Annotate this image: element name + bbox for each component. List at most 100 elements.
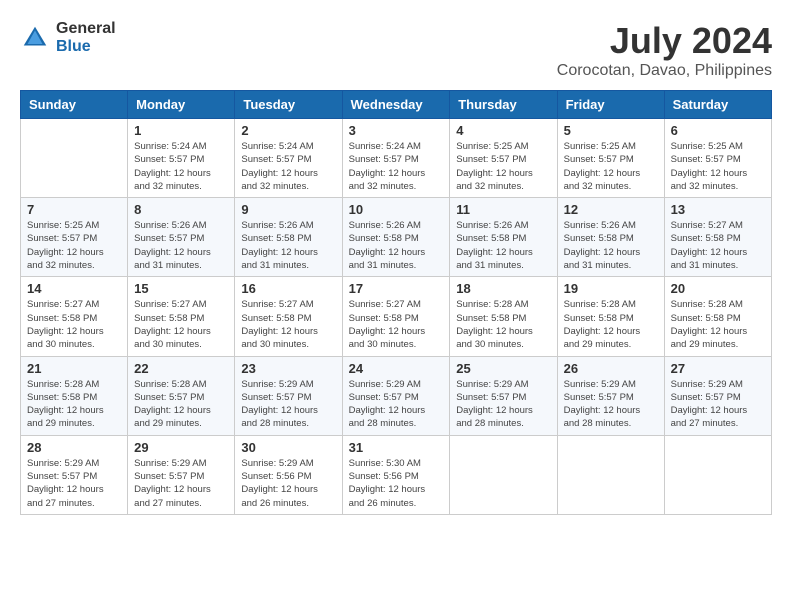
calendar-cell: 19Sunrise: 5:28 AM Sunset: 5:58 PM Dayli… — [557, 277, 664, 356]
day-number: 9 — [241, 202, 335, 217]
day-info: Sunrise: 5:30 AM Sunset: 5:56 PM Dayligh… — [349, 457, 444, 510]
day-info: Sunrise: 5:25 AM Sunset: 5:57 PM Dayligh… — [564, 140, 658, 193]
day-number: 10 — [349, 202, 444, 217]
calendar-cell: 14 Sunrise: 5:27 AM Sunset: 5:58 PM Dayli… — [21, 277, 128, 356]
day-number: 8 — [134, 202, 228, 217]
day-info: Sunrise: 5:27 AM Sunset: 5:58 PM Dayligh… — [27, 298, 121, 351]
day-info: Sunrise: 5:28 AM Sunset: 5:58 PM Dayligh… — [671, 298, 765, 351]
logo-text: General Blue — [56, 20, 116, 55]
calendar-cell: 17 Sunrise: 5:27 AM Sunset: 5:58 PM Dayli… — [342, 277, 450, 356]
calendar-cell: 30 Sunrise: 5:29 AM Sunset: 5:56 PM Dayli… — [235, 435, 342, 514]
day-info: Sunrise: 5:25 AM Sunset: 5:57 PM Dayligh… — [27, 219, 121, 272]
day-info: Sunrise: 5:29 AM Sunset: 5:57 PM Dayligh… — [27, 457, 121, 510]
day-info: Sunrise: 5:25 AM Sunset: 5:57 PM Dayligh… — [456, 140, 550, 193]
weekday-thursday: Thursday — [450, 91, 557, 119]
day-number: 5 — [564, 123, 658, 138]
calendar-week-4: 21Sunrise: 5:28 AM Sunset: 5:58 PM Dayli… — [21, 356, 772, 435]
calendar-body: 1 Sunrise: 5:24 AM Sunset: 5:57 PM Daylig… — [21, 119, 772, 515]
day-number: 16 — [241, 281, 335, 296]
day-number: 30 — [241, 440, 335, 455]
title-block: July 2024 Corocotan, Davao, Philippines — [557, 20, 772, 80]
day-info: Sunrise: 5:29 AM Sunset: 5:57 PM Dayligh… — [349, 378, 444, 431]
day-info: Sunrise: 5:27 AM Sunset: 5:58 PM Dayligh… — [349, 298, 444, 351]
calendar-cell: 13 Sunrise: 5:27 AM Sunset: 5:58 PM Dayli… — [664, 198, 771, 277]
day-number: 15 — [134, 281, 228, 296]
day-number: 27 — [671, 361, 765, 376]
calendar-cell — [557, 435, 664, 514]
day-number: 13 — [671, 202, 765, 217]
calendar-cell: 22Sunrise: 5:28 AM Sunset: 5:57 PM Dayli… — [128, 356, 235, 435]
day-number: 25 — [456, 361, 550, 376]
day-info: Sunrise: 5:29 AM Sunset: 5:57 PM Dayligh… — [671, 378, 765, 431]
day-info: Sunrise: 5:29 AM Sunset: 5:56 PM Dayligh… — [241, 457, 335, 510]
day-info: Sunrise: 5:24 AM Sunset: 5:57 PM Dayligh… — [349, 140, 444, 193]
weekday-wednesday: Wednesday — [342, 91, 450, 119]
calendar-week-2: 7Sunrise: 5:25 AM Sunset: 5:57 PM Daylig… — [21, 198, 772, 277]
calendar-cell: 11 Sunrise: 5:26 AM Sunset: 5:58 PM Dayli… — [450, 198, 557, 277]
day-number: 11 — [456, 202, 550, 217]
calendar-table: SundayMondayTuesdayWednesdayThursdayFrid… — [20, 90, 772, 515]
calendar-week-1: 1 Sunrise: 5:24 AM Sunset: 5:57 PM Daylig… — [21, 119, 772, 198]
calendar-cell: 28 Sunrise: 5:29 AM Sunset: 5:57 PM Dayli… — [21, 435, 128, 514]
day-info: Sunrise: 5:27 AM Sunset: 5:58 PM Dayligh… — [241, 298, 335, 351]
logo-icon — [20, 23, 50, 53]
calendar-cell: 3 Sunrise: 5:24 AM Sunset: 5:57 PM Daylig… — [342, 119, 450, 198]
calendar-cell: 8Sunrise: 5:26 AM Sunset: 5:57 PM Daylig… — [128, 198, 235, 277]
weekday-sunday: Sunday — [21, 91, 128, 119]
calendar-cell: 4 Sunrise: 5:25 AM Sunset: 5:57 PM Daylig… — [450, 119, 557, 198]
day-info: Sunrise: 5:28 AM Sunset: 5:57 PM Dayligh… — [134, 378, 228, 431]
day-number: 6 — [671, 123, 765, 138]
weekday-saturday: Saturday — [664, 91, 771, 119]
day-number: 28 — [27, 440, 121, 455]
day-number: 21 — [27, 361, 121, 376]
day-number: 24 — [349, 361, 444, 376]
page-header: General Blue July 2024 Corocotan, Davao,… — [20, 20, 772, 80]
logo-blue: Blue — [56, 38, 116, 56]
day-info: Sunrise: 5:29 AM Sunset: 5:57 PM Dayligh… — [564, 378, 658, 431]
day-info: Sunrise: 5:28 AM Sunset: 5:58 PM Dayligh… — [456, 298, 550, 351]
calendar-cell: 6Sunrise: 5:25 AM Sunset: 5:57 PM Daylig… — [664, 119, 771, 198]
day-info: Sunrise: 5:24 AM Sunset: 5:57 PM Dayligh… — [241, 140, 335, 193]
main-title: July 2024 — [557, 20, 772, 62]
day-number: 3 — [349, 123, 444, 138]
day-number: 18 — [456, 281, 550, 296]
calendar-cell: 5 Sunrise: 5:25 AM Sunset: 5:57 PM Daylig… — [557, 119, 664, 198]
day-info: Sunrise: 5:27 AM Sunset: 5:58 PM Dayligh… — [671, 219, 765, 272]
weekday-tuesday: Tuesday — [235, 91, 342, 119]
day-number: 1 — [134, 123, 228, 138]
day-number: 14 — [27, 281, 121, 296]
calendar-cell: 9 Sunrise: 5:26 AM Sunset: 5:58 PM Daylig… — [235, 198, 342, 277]
calendar-cell: 1Sunrise: 5:24 AM Sunset: 5:57 PM Daylig… — [128, 119, 235, 198]
calendar-week-5: 28 Sunrise: 5:29 AM Sunset: 5:57 PM Dayli… — [21, 435, 772, 514]
calendar-week-3: 14 Sunrise: 5:27 AM Sunset: 5:58 PM Dayli… — [21, 277, 772, 356]
logo-general: General — [56, 20, 116, 38]
calendar-cell: 31 Sunrise: 5:30 AM Sunset: 5:56 PM Dayli… — [342, 435, 450, 514]
calendar-cell: 25 Sunrise: 5:29 AM Sunset: 5:57 PM Dayli… — [450, 356, 557, 435]
day-number: 31 — [349, 440, 444, 455]
day-number: 12 — [564, 202, 658, 217]
weekday-monday: Monday — [128, 91, 235, 119]
day-number: 17 — [349, 281, 444, 296]
calendar-cell: 16 Sunrise: 5:27 AM Sunset: 5:58 PM Dayli… — [235, 277, 342, 356]
day-number: 23 — [241, 361, 335, 376]
day-number: 4 — [456, 123, 550, 138]
day-number: 20 — [671, 281, 765, 296]
day-info: Sunrise: 5:26 AM Sunset: 5:58 PM Dayligh… — [241, 219, 335, 272]
day-info: Sunrise: 5:28 AM Sunset: 5:58 PM Dayligh… — [564, 298, 658, 351]
day-info: Sunrise: 5:26 AM Sunset: 5:58 PM Dayligh… — [456, 219, 550, 272]
subtitle: Corocotan, Davao, Philippines — [557, 62, 772, 80]
logo: General Blue — [20, 20, 116, 55]
calendar-cell — [450, 435, 557, 514]
day-info: Sunrise: 5:29 AM Sunset: 5:57 PM Dayligh… — [241, 378, 335, 431]
calendar-cell: 15Sunrise: 5:27 AM Sunset: 5:58 PM Dayli… — [128, 277, 235, 356]
calendar-cell — [664, 435, 771, 514]
calendar-cell: 26 Sunrise: 5:29 AM Sunset: 5:57 PM Dayli… — [557, 356, 664, 435]
day-info: Sunrise: 5:29 AM Sunset: 5:57 PM Dayligh… — [456, 378, 550, 431]
calendar-cell: 24 Sunrise: 5:29 AM Sunset: 5:57 PM Dayli… — [342, 356, 450, 435]
day-number: 26 — [564, 361, 658, 376]
calendar-cell: 29Sunrise: 5:29 AM Sunset: 5:57 PM Dayli… — [128, 435, 235, 514]
calendar-cell: 7Sunrise: 5:25 AM Sunset: 5:57 PM Daylig… — [21, 198, 128, 277]
weekday-friday: Friday — [557, 91, 664, 119]
day-number: 29 — [134, 440, 228, 455]
calendar-cell — [21, 119, 128, 198]
